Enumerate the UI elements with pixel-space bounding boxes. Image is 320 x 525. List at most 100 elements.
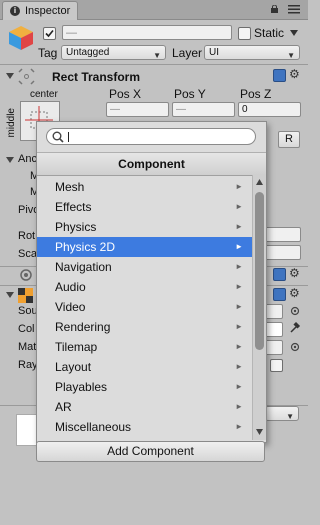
material-field-partial[interactable] — [265, 340, 283, 355]
object-picker-icon[interactable] — [290, 342, 300, 352]
preview-thumbnail — [16, 414, 38, 446]
rect-transform-icon — [18, 68, 35, 85]
menu-item-label: Navigation — [55, 260, 112, 274]
menu-item-rendering[interactable]: Rendering ► — [37, 317, 252, 337]
menu-item-label: AR — [55, 400, 72, 414]
checkmark-icon — [45, 29, 54, 38]
canvas-renderer-icon — [20, 269, 32, 281]
static-checkbox[interactable] — [238, 27, 251, 40]
source-image-label-partial: Sou — [18, 305, 38, 317]
menu-item-label: Layout — [55, 360, 92, 374]
anchors-label-partial: Anc — [18, 153, 37, 165]
name-field[interactable]: — — [62, 25, 232, 40]
tab-bar: i Inspector — [0, 0, 308, 20]
chevron-down-icon: ▼ — [286, 412, 294, 421]
submenu-arrow-icon: ► — [235, 342, 243, 351]
preview-dropdown-partial[interactable]: ▼ — [265, 406, 299, 421]
submenu-arrow-icon: ► — [235, 402, 243, 411]
submenu-arrow-icon: ► — [235, 302, 243, 311]
foldout-arrow-icon[interactable] — [6, 291, 14, 299]
menu-item-effects[interactable]: Effects ► — [37, 197, 252, 217]
color-label-partial: Col — [18, 323, 35, 335]
help-book-icon[interactable] — [273, 69, 286, 82]
menu-item-label: Physics — [55, 220, 97, 234]
help-book-icon[interactable] — [273, 268, 286, 281]
lock-icon[interactable] — [270, 5, 279, 13]
component-list: Mesh ► Effects ► Physics ► Physics 2D ► Navigati… — [37, 177, 252, 437]
scroll-thumb[interactable] — [255, 192, 264, 350]
gear-icon[interactable]: ⚙ — [289, 286, 300, 300]
tag-label: Tag — [38, 46, 58, 60]
material-label-partial: Mat — [18, 341, 37, 353]
scrollbar[interactable] — [252, 175, 266, 440]
foldout-arrow-icon[interactable] — [6, 72, 14, 80]
menu-item-label: Audio — [55, 280, 86, 294]
menu-item-navigation[interactable]: Navigation ► — [37, 257, 252, 277]
rect-transform-title: Rect Transform — [52, 70, 141, 84]
tag-dropdown[interactable]: Untagged ▼ — [61, 45, 166, 60]
layer-value: UI — [209, 47, 219, 58]
submenu-arrow-icon: ► — [235, 322, 243, 331]
menu-item-audio[interactable]: Audio ► — [37, 277, 252, 297]
menu-item-label: Mesh — [55, 180, 85, 194]
scroll-down-arrow-icon[interactable] — [256, 429, 263, 435]
tab-label: Inspector — [25, 5, 71, 17]
menu-item-tilemap[interactable]: Tilemap ► — [37, 337, 252, 357]
submenu-arrow-icon: ► — [235, 182, 243, 191]
active-checkbox[interactable] — [43, 27, 56, 40]
menu-item-physics[interactable]: Physics ► — [37, 217, 252, 237]
tag-value: Untagged — [66, 47, 110, 58]
pos-x-field[interactable]: — — [106, 102, 169, 117]
pos-y-label: Pos Y — [174, 87, 206, 101]
rotation-label-partial: Rot — [18, 230, 36, 242]
menu-item-layout[interactable]: Layout ► — [37, 357, 252, 377]
static-dropdown-icon[interactable] — [290, 30, 298, 36]
divider — [0, 64, 308, 65]
menu-item-ar[interactable]: AR ► — [37, 397, 252, 417]
menu-item-miscellaneous[interactable]: Miscellaneous ► — [37, 417, 252, 437]
gear-icon[interactable]: ⚙ — [289, 266, 300, 280]
eyedropper-icon[interactable] — [289, 321, 301, 334]
foldout-arrow-icon[interactable] — [6, 156, 14, 164]
scale-field-partial[interactable] — [265, 245, 301, 260]
rotation-field-partial[interactable] — [265, 227, 301, 242]
submenu-arrow-icon: ► — [235, 222, 243, 231]
object-picker-icon[interactable] — [290, 306, 300, 316]
layer-label: Layer — [172, 46, 203, 60]
layer-dropdown[interactable]: UI ▼ — [204, 45, 300, 60]
raycast-label-partial: Ray — [18, 359, 38, 371]
raw-edit-button[interactable]: R — [278, 131, 300, 148]
submenu-arrow-icon: ► — [235, 202, 243, 211]
menu-item-video[interactable]: Video ► — [37, 297, 252, 317]
add-component-button[interactable]: Add Component — [36, 441, 265, 462]
add-component-popup: Component Mesh ► Effects ► Physics ► Physics 2… — [36, 121, 267, 443]
image-component-icon — [18, 288, 33, 303]
menu-icon[interactable] — [288, 4, 300, 14]
static-label: Static — [254, 26, 285, 40]
gameobject-cube-icon — [9, 26, 33, 50]
menu-item-label: Effects — [55, 200, 92, 214]
popup-title: Component — [37, 152, 266, 176]
color-field-partial[interactable] — [265, 322, 283, 337]
info-icon: i — [10, 6, 20, 16]
submenu-arrow-icon: ► — [235, 262, 243, 271]
search-input[interactable] — [46, 128, 256, 145]
tab-inspector[interactable]: i Inspector — [2, 1, 78, 20]
text-cursor — [68, 132, 69, 142]
menu-item-label: Miscellaneous — [55, 420, 132, 434]
pos-y-field[interactable]: — — [172, 102, 235, 117]
search-icon — [52, 131, 64, 143]
pos-z-label: Pos Z — [240, 87, 272, 101]
raycast-checkbox-partial[interactable] — [270, 359, 283, 372]
pos-z-field[interactable]: 0 — [238, 102, 301, 117]
menu-item-physics-2d[interactable]: Physics 2D ► — [37, 237, 252, 257]
menu-item-mesh[interactable]: Mesh ► — [37, 177, 252, 197]
menu-item-playables[interactable]: Playables ► — [37, 377, 252, 397]
source-image-field-partial[interactable] — [265, 304, 283, 319]
submenu-arrow-icon: ► — [235, 422, 243, 431]
scroll-up-arrow-icon[interactable] — [256, 179, 263, 185]
gear-icon[interactable]: ⚙ — [289, 67, 300, 81]
anchor-horizontal-label: center — [30, 89, 58, 100]
help-book-icon[interactable] — [273, 288, 286, 301]
menu-item-label: Physics 2D — [55, 240, 116, 254]
